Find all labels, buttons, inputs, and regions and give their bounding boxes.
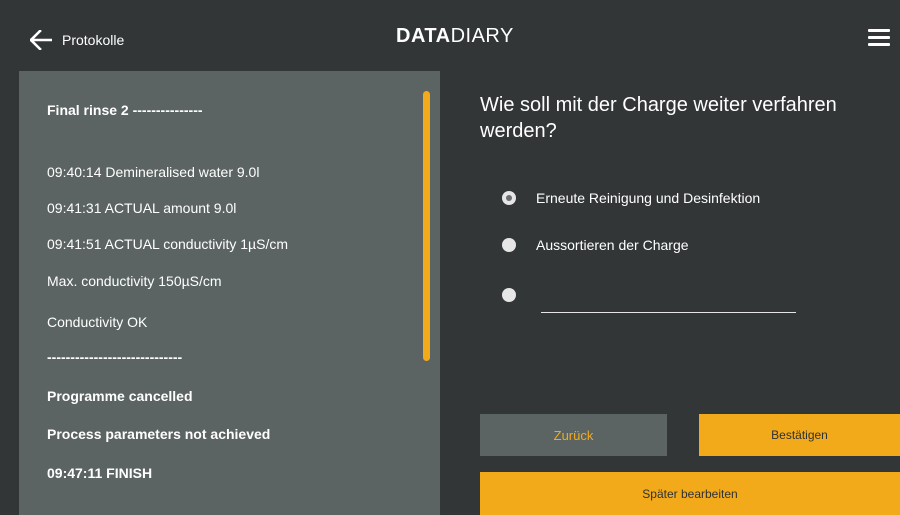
log-line: 09:41:31 ACTUAL amount 9.0l <box>47 200 237 216</box>
question-heading: Wie soll mit der Charge weiter verfahren… <box>480 94 837 142</box>
option-reclean-disinfect[interactable]: Erneute Reinigung und Desinfektion <box>502 188 760 208</box>
option-custom[interactable] <box>502 285 516 305</box>
arrow-left-icon <box>30 30 52 50</box>
back-label: Protokolle <box>62 32 125 48</box>
hamburger-menu-icon[interactable] <box>868 29 892 47</box>
log-line: Conductivity OK <box>47 314 148 330</box>
option-sort-out-batch[interactable]: Aussortieren der Charge <box>502 235 689 255</box>
edit-later-button[interactable]: Später bearbeiten <box>480 472 900 515</box>
log-line: Max. conductivity 150µS/cm <box>47 273 222 289</box>
log-line: ----------------------------- <box>47 349 183 365</box>
confirm-button[interactable]: Bestätigen <box>699 414 900 456</box>
log-line: 09:41:51 ACTUAL conductivity 1µS/cm <box>47 236 288 252</box>
app-window: Protokolle DATADIARY Final rinse 2 -----… <box>0 0 900 515</box>
log-line: 09:40:14 Demineralised water 9.0l <box>47 164 260 180</box>
radio-button[interactable] <box>502 238 516 252</box>
log-scrollbar-thumb[interactable] <box>423 91 430 361</box>
top-bar: Protokolle DATADIARY <box>0 0 900 71</box>
log-line: Process parameters not achieved <box>47 426 271 442</box>
option-label: Erneute Reinigung und Desinfektion <box>536 190 761 206</box>
option-label: Aussortieren der Charge <box>536 237 689 253</box>
back-button[interactable]: Zurück <box>480 414 667 456</box>
logo-bold-text: DATA <box>396 25 451 47</box>
radio-button[interactable] <box>502 288 516 302</box>
logo-light-text: DIARY <box>450 25 514 47</box>
log-line: 09:47:11 FINISH <box>47 465 153 481</box>
back-to-protocols-button[interactable]: Protokolle <box>30 26 124 54</box>
custom-option-input[interactable] <box>541 288 796 313</box>
app-logo: DATADIARY <box>396 25 514 48</box>
radio-button[interactable] <box>502 191 516 205</box>
log-line: Programme cancelled <box>47 388 193 404</box>
protocol-log-panel[interactable]: Final rinse 2 --------------- 09:40:14 De… <box>19 71 440 515</box>
log-line: Final rinse 2 --------------- <box>47 102 203 118</box>
